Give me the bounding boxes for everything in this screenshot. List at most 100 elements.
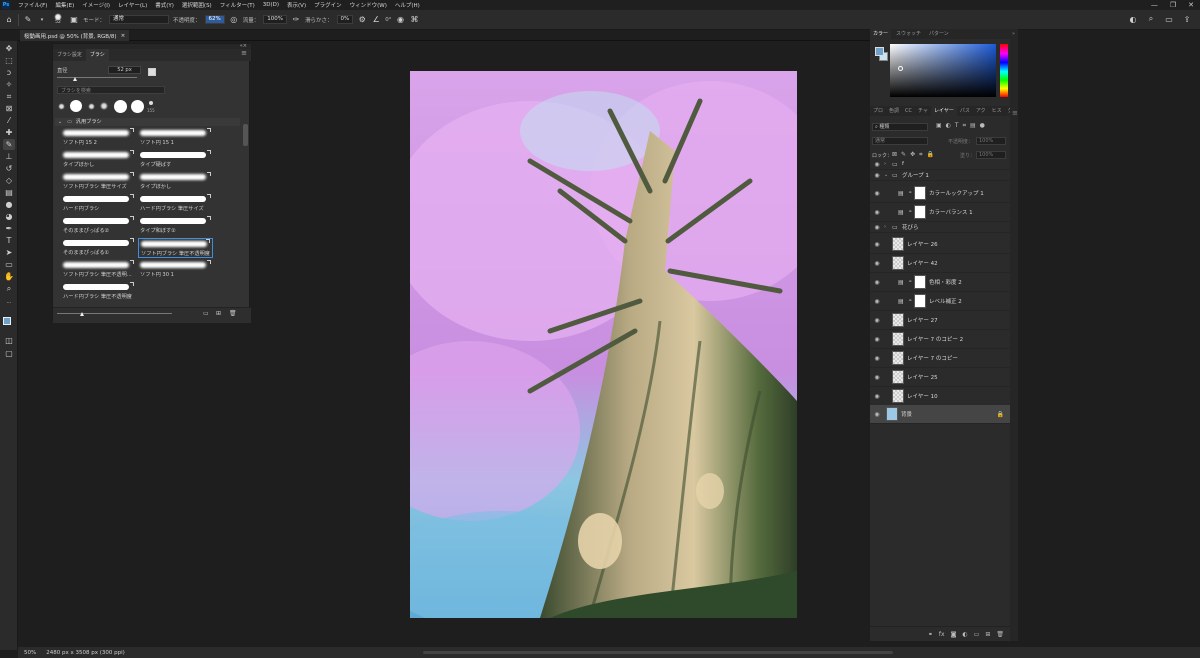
stamp-tool-icon[interactable]: ⊥: [3, 151, 15, 162]
menu-image[interactable]: イメージ(I): [78, 1, 114, 9]
menu-type[interactable]: 書式(Y): [151, 1, 178, 9]
visibility-eye-icon[interactable]: ◉: [870, 224, 884, 231]
marquee-tool-icon[interactable]: ⬚: [3, 55, 15, 66]
new-group-icon[interactable]: ▭: [203, 310, 209, 317]
layer-name[interactable]: レイヤー 25: [907, 373, 938, 381]
brush-preset-item[interactable]: ソフト円 15 1: [138, 128, 213, 148]
home-icon[interactable]: ⌂: [4, 15, 14, 25]
artboard-icon[interactable]: ⌗: [919, 151, 922, 159]
lock-pixels-icon[interactable]: ✎: [901, 151, 906, 159]
visibility-eye-icon[interactable]: ◉: [870, 161, 884, 168]
panel-menu-icon[interactable]: ≡: [1012, 109, 1018, 117]
zoom-tool-icon[interactable]: ⌕: [3, 283, 15, 294]
preset-tip[interactable]: [89, 104, 94, 109]
link-layers-icon[interactable]: ⚭: [928, 631, 933, 638]
visibility-eye-icon[interactable]: ◉: [870, 241, 884, 248]
visibility-eye-icon[interactable]: ◉: [870, 374, 884, 381]
brush-preset-picker[interactable]: 52: [51, 14, 65, 25]
filter-toggle-icon[interactable]: ●: [980, 122, 985, 130]
lock-all-icon[interactable]: 🔒: [926, 151, 933, 159]
preset-tip[interactable]: [149, 101, 153, 105]
layer-row[interactable]: ◉ レイヤー 7 のコピー: [870, 349, 1010, 368]
layer-thumbnail[interactable]: [892, 351, 904, 365]
trash-icon[interactable]: 🗑: [996, 631, 1004, 638]
cherry-blossom-artwork[interactable]: [410, 71, 797, 618]
chevron-icon[interactable]: ⌄: [884, 172, 892, 178]
path-select-tool-icon[interactable]: ➤: [3, 247, 15, 258]
flow-field[interactable]: 100%: [263, 15, 288, 24]
menu-3d[interactable]: 3D(D): [259, 2, 283, 8]
layer-thumbnail[interactable]: [892, 332, 904, 346]
screen-mode-icon[interactable]: ▢: [3, 348, 15, 359]
chevron-down-icon[interactable]: ▾: [37, 15, 47, 25]
layer-mask-thumbnail[interactable]: [914, 186, 926, 200]
gear-icon[interactable]: ⚙: [357, 15, 367, 25]
visibility-eye-icon[interactable]: ◉: [870, 336, 884, 343]
brush-preset-item[interactable]: タイプぼかし: [61, 150, 136, 170]
chevron-icon[interactable]: ›: [884, 161, 892, 167]
brush-preset-item[interactable]: そのままぴっぱる①: [61, 238, 136, 258]
size-slider[interactable]: [57, 77, 137, 78]
gradient-tool-icon[interactable]: ▤: [3, 187, 15, 198]
opacity-field[interactable]: 62%: [204, 15, 225, 24]
quick-mask-icon[interactable]: ◫: [3, 335, 15, 346]
color-picker-field[interactable]: [890, 44, 996, 97]
tab-libraries[interactable]: CC: [902, 106, 915, 116]
preview-size-handle[interactable]: [80, 312, 84, 316]
tab-swatches[interactable]: スウォッチ: [893, 29, 924, 39]
brush-search[interactable]: ブラシを検索: [57, 86, 165, 94]
layer-name[interactable]: カラールックアップ 1: [929, 189, 984, 197]
close-window-button[interactable]: ✕: [1188, 0, 1194, 10]
brush-tool-icon[interactable]: ✎: [3, 139, 15, 150]
tab-brushes[interactable]: ブラシ: [85, 49, 109, 61]
brush-preset-item[interactable]: ソフト円ブラシ 筆圧不透明...: [61, 260, 136, 280]
layer-thumbnail[interactable]: [892, 389, 904, 403]
search-icon[interactable]: ⌕: [1146, 14, 1156, 24]
menu-view[interactable]: 表示(V): [283, 1, 310, 9]
layer-style-icon[interactable]: fx: [939, 631, 945, 638]
layer-name[interactable]: カラーバランス 1: [929, 208, 973, 216]
layer-row[interactable]: ◉ レイヤー 7 のコピー 2: [870, 330, 1010, 349]
layer-row[interactable]: ◉ ▤ ⚭ 色相・彩度 2: [870, 273, 1010, 292]
mode-select[interactable]: 通常: [109, 15, 170, 24]
tab-patterns[interactable]: パターン: [926, 29, 952, 39]
layer-row[interactable]: ◉ ▤ ⚭ カラールックアップ 1: [870, 184, 1010, 203]
visibility-eye-icon[interactable]: ◉: [870, 393, 884, 400]
smart-filter-icon[interactable]: ▤: [970, 122, 976, 130]
layer-name[interactable]: 背景: [901, 410, 912, 418]
visibility-eye-icon[interactable]: ◉: [870, 355, 884, 362]
type-tool-icon[interactable]: T: [3, 235, 15, 246]
visibility-eye-icon[interactable]: ◉: [870, 190, 884, 197]
layer-row[interactable]: ◉ ⌄ ▭ グループ 1: [870, 170, 1010, 181]
brush-list-scrollbar[interactable]: [243, 124, 248, 146]
brush-preset-item[interactable]: ハード円ブラシ 筆圧不透明度: [61, 282, 136, 302]
new-brush-button-icon[interactable]: ⊞: [216, 310, 221, 317]
brush-folder-header[interactable]: ⌄ ▭ 汎用ブラシ: [55, 118, 240, 126]
frame-tool-icon[interactable]: ⊠: [3, 103, 15, 114]
menu-select[interactable]: 選択範囲(S): [178, 1, 216, 9]
tab-brush-settings[interactable]: ブラシ設定: [53, 49, 86, 61]
brush-preset-item[interactable]: そのままぴっぱる②: [61, 216, 136, 236]
pen-tool-icon[interactable]: ✒: [3, 223, 15, 234]
shape-filter-icon[interactable]: ⌗: [963, 122, 966, 130]
layer-row[interactable]: ◉ › ▭ f: [870, 159, 1010, 170]
menu-plugins[interactable]: プラグイン: [310, 1, 346, 9]
dodge-tool-icon[interactable]: ◕: [3, 211, 15, 222]
visibility-eye-icon[interactable]: ◉: [870, 317, 884, 324]
trash-icon[interactable]: 🗑: [229, 310, 237, 317]
symmetry-icon[interactable]: ⌘: [410, 15, 420, 25]
add-mask-icon[interactable]: ◙: [951, 631, 957, 638]
brush-preset-item[interactable]: タイプぼかし: [138, 172, 213, 192]
visibility-eye-icon[interactable]: ◉: [870, 209, 884, 216]
layer-row[interactable]: ◉ 背景 🔒: [870, 405, 1010, 424]
preset-tip[interactable]: [70, 100, 82, 112]
size-slider-handle[interactable]: [73, 77, 77, 81]
layer-filter-select[interactable]: ⌕ 種類: [872, 123, 928, 131]
share-icon[interactable]: ⇪: [1182, 14, 1192, 24]
workspace-icon[interactable]: ▭: [1164, 14, 1174, 24]
layer-name[interactable]: レイヤー 7 のコピー: [907, 354, 958, 362]
layer-row[interactable]: ◉ ▤ ⚭ レベル補正 2: [870, 292, 1010, 311]
pressure-size-icon[interactable]: ◉: [396, 15, 406, 25]
tab-paths[interactable]: パス: [957, 106, 973, 116]
layer-name[interactable]: レイヤー 10: [907, 392, 938, 400]
